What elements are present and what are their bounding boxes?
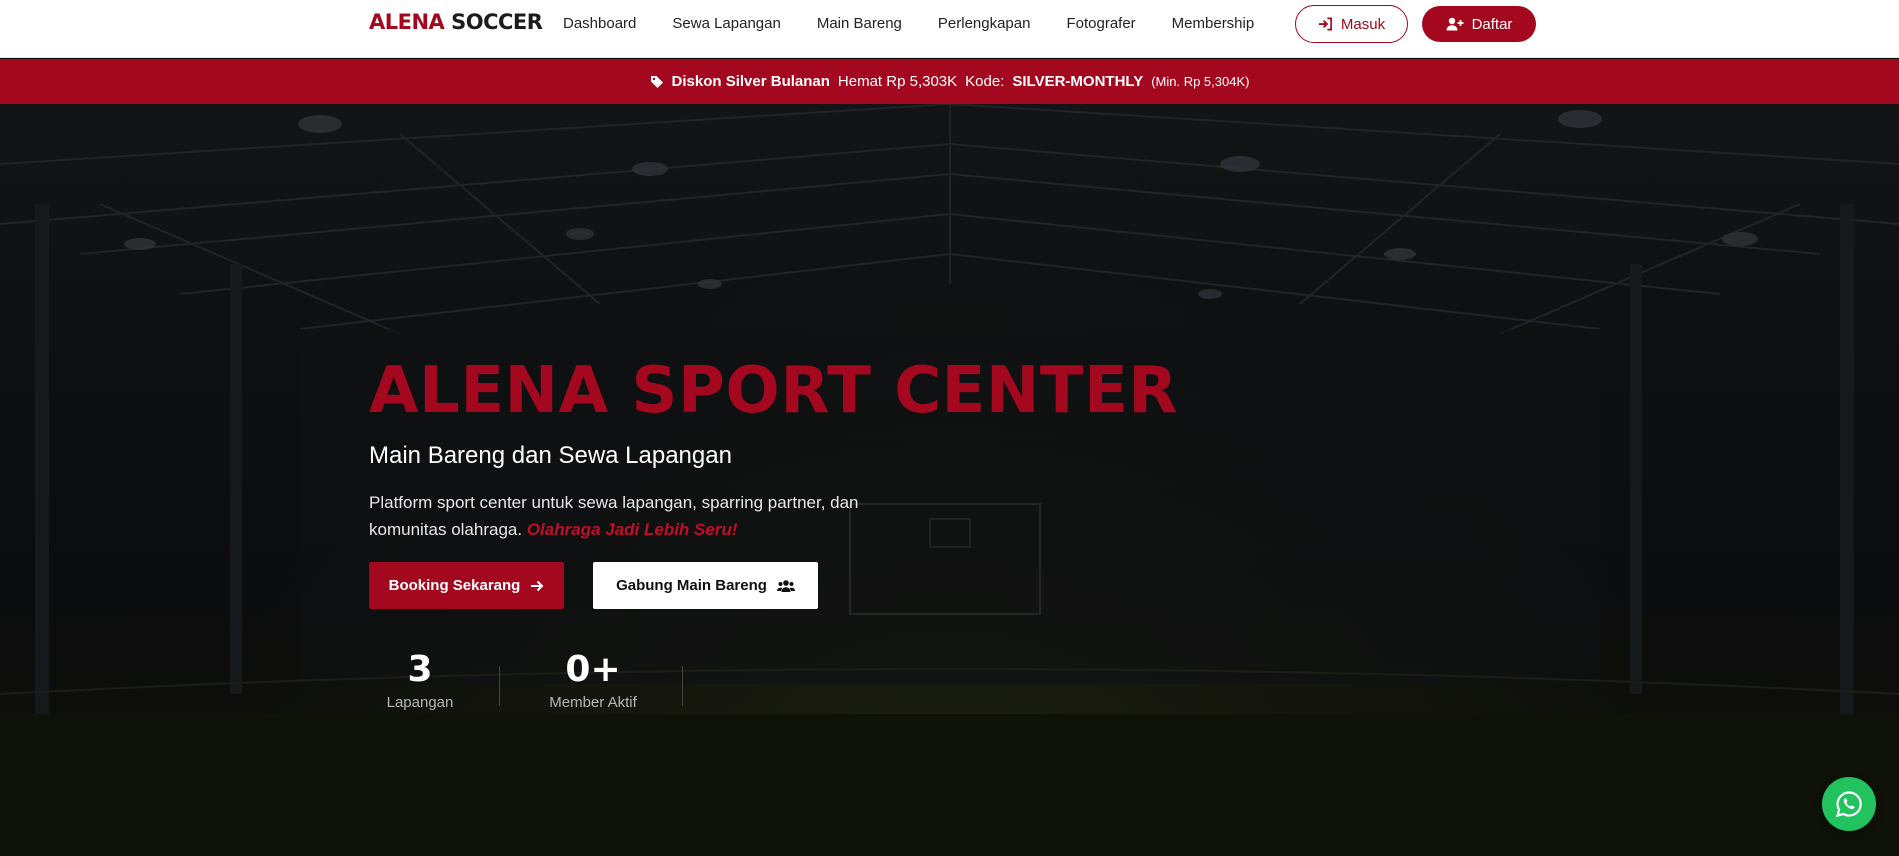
- user-plus-icon: [1446, 17, 1464, 31]
- tag-icon: [650, 75, 663, 88]
- stat-members-value: 0+: [565, 649, 621, 690]
- hero-background-image: [0, 104, 1899, 856]
- stat-divider: [682, 666, 683, 706]
- users-icon: [776, 579, 795, 592]
- hero-description-accent: Olahraga Jadi Lebih Seru!: [526, 520, 738, 539]
- nav-link-sewa-lapangan[interactable]: Sewa Lapangan: [672, 15, 780, 32]
- stat-members: 0+ Member Aktif: [538, 649, 648, 712]
- promo-saving: Hemat Rp 5,303K: [837, 73, 958, 90]
- promo-code-label: Kode:: [965, 73, 1005, 90]
- nav-link-main-bareng[interactable]: Main Bareng: [817, 15, 902, 32]
- brand-logo[interactable]: ALENA SOCCER: [369, 10, 543, 34]
- nav-link-membership[interactable]: Membership: [1172, 15, 1255, 32]
- stat-members-label: Member Aktif: [549, 694, 637, 711]
- stat-fields-label: Lapangan: [386, 694, 454, 711]
- nav-link-fotografer[interactable]: Fotografer: [1066, 15, 1135, 32]
- nav-link-dashboard[interactable]: Dashboard: [563, 15, 636, 32]
- booking-button[interactable]: Booking Sekarang: [369, 562, 564, 609]
- stat-fields-value: 3: [407, 649, 433, 690]
- whatsapp-icon: [1836, 791, 1862, 818]
- brand-part-2: SOCCER: [451, 10, 543, 34]
- stat-divider: [499, 666, 500, 706]
- hero-section: ALENA SPORT CENTER Main Bareng dan Sewa …: [0, 104, 1899, 856]
- hero-subtitle: Main Bareng dan Sewa Lapangan: [369, 442, 732, 469]
- join-button[interactable]: Gabung Main Bareng: [593, 562, 818, 609]
- booking-label: Booking Sekarang: [388, 577, 521, 594]
- promo-banner: Diskon Silver Bulanan Hemat Rp 5,303K Ko…: [0, 59, 1899, 104]
- hero-title: ALENA SPORT CENTER: [369, 354, 1179, 428]
- join-label: Gabung Main Bareng: [616, 577, 767, 594]
- login-button[interactable]: Masuk: [1295, 5, 1408, 43]
- whatsapp-button[interactable]: [1822, 777, 1876, 831]
- sign-in-icon: [1318, 17, 1332, 31]
- hero-description: Platform sport center untuk sewa lapanga…: [369, 489, 929, 543]
- promo-name: Diskon Silver Bulanan: [671, 73, 830, 90]
- brand-part-1: ALENA: [369, 10, 445, 34]
- register-label: Daftar: [1471, 15, 1513, 33]
- arrow-right-icon: [531, 580, 544, 591]
- navbar: ALENA SOCCER Dashboard Sewa Lapangan Mai…: [0, 0, 1899, 58]
- nav-link-perlengkapan[interactable]: Perlengkapan: [938, 15, 1031, 32]
- nav-links: Dashboard Sewa Lapangan Main Bareng Perl…: [545, 0, 1272, 46]
- login-label: Masuk: [1340, 15, 1386, 33]
- promo-code: SILVER-MONTHLY: [1012, 73, 1144, 90]
- register-button[interactable]: Daftar: [1422, 6, 1536, 42]
- stat-fields: 3 Lapangan: [380, 649, 460, 712]
- promo-minimum: (Min. Rp 5,304K): [1151, 74, 1250, 89]
